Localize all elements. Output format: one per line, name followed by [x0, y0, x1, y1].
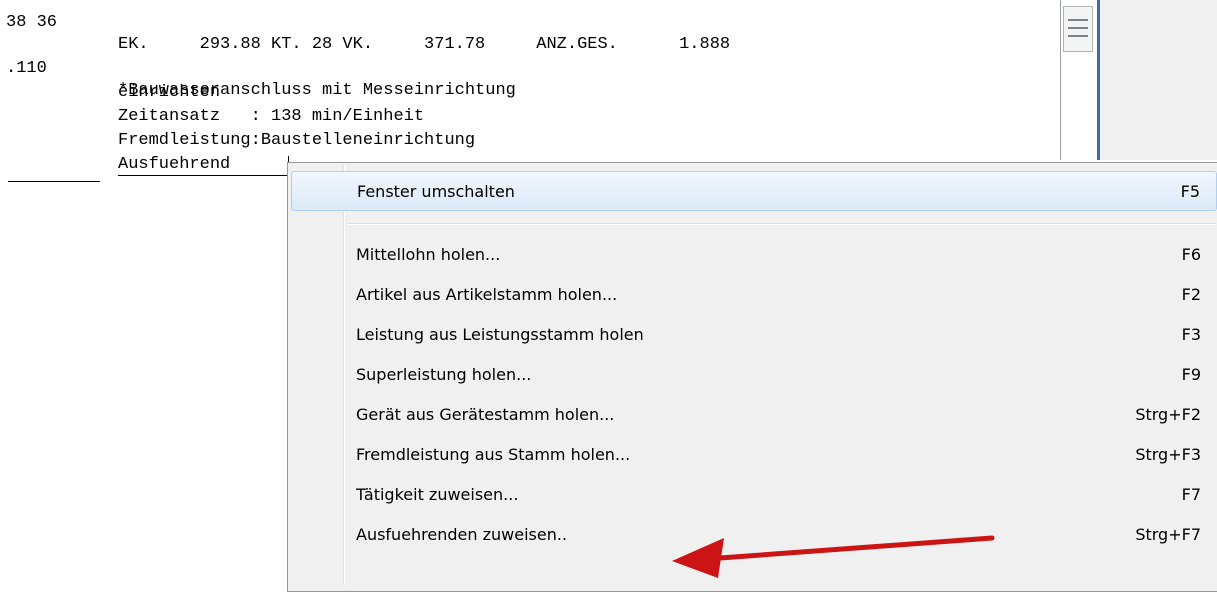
menu-item-shortcut: F6 — [1181, 245, 1201, 264]
menu-item-label: Ausfuehrenden zuweisen.. — [356, 525, 568, 544]
menu-item-ausfuehrenden-zuweisen[interactable]: Ausfuehrenden zuweisen.. Strg+F7 — [291, 515, 1217, 555]
menu-item-label: Artikel aus Artikelstamm holen... — [356, 285, 618, 304]
grip-line — [1068, 35, 1088, 37]
line-text: Zeitansatz : 138 min/Einheit — [118, 107, 425, 126]
line-text: EK. 293.88 KT. 28 VK. 371.78 ANZ.GES. 1.… — [118, 35, 731, 54]
menu-item-shortcut: Strg+F7 — [1135, 525, 1201, 544]
line-text: einrichten — [118, 83, 221, 102]
underline — [118, 175, 290, 176]
side-panel — [1100, 0, 1217, 160]
menu-item-artikel-holen[interactable]: Artikel aus Artikelstamm holen... F2 — [291, 275, 1217, 315]
menu-item-label: Fenster umschalten — [357, 182, 515, 201]
menu-item-shortcut: F7 — [1181, 485, 1201, 504]
menu-item-superleistung-holen[interactable]: Superleistung holen... F9 — [291, 355, 1217, 395]
menu-item-label: Leistung aus Leistungsstamm holen — [356, 325, 644, 344]
context-menu: Fenster umschalten F5 Mittellohn holen..… — [287, 162, 1217, 592]
menu-item-label: Fremdleistung aus Stamm holen... — [356, 445, 631, 464]
menu-item-shortcut: F3 — [1181, 325, 1201, 344]
code-line: Ausfuehrend — [0, 132, 230, 174]
grip-line — [1068, 19, 1088, 21]
menu-item-leistung-holen[interactable]: Leistung aus Leistungsstamm holen F3 — [291, 315, 1217, 355]
menu-item-shortcut: Strg+F2 — [1135, 405, 1201, 424]
menu-item-label: Tätigkeit zuweisen... — [356, 485, 519, 504]
line-number: 38 36 — [6, 13, 58, 32]
menu-item-shortcut: F9 — [1181, 365, 1201, 384]
grip-line — [1068, 27, 1088, 29]
menu-item-shortcut: F5 — [1180, 182, 1200, 201]
menu-item-fremdleistung-holen[interactable]: Fremdleistung aus Stamm holen... Strg+F3 — [291, 435, 1217, 475]
menu-item-geraet-holen[interactable]: Gerät aus Gerätestamm holen... Strg+F2 — [291, 395, 1217, 435]
code-line: 38 36 EK. 293.88 KT. 28 VK. 371.78 ANZ.G… — [0, 0, 730, 54]
scrollbar-thumb[interactable] — [1063, 6, 1093, 52]
code-line: .110 *Bauwasseranschluss mit Messeinrich… — [0, 36, 516, 100]
menu-item-label: Gerät aus Gerätestamm holen... — [356, 405, 615, 424]
menu-item-fenster-umschalten[interactable]: Fenster umschalten F5 — [291, 171, 1217, 211]
line-text: Fremdleistung:Baustelleneinrichtung — [118, 131, 476, 150]
menu-item-mittellohn-holen[interactable]: Mittellohn holen... F6 — [291, 235, 1217, 275]
code-line: Fremdleistung:Baustelleneinrichtung — [0, 108, 475, 150]
code-line: einrichten — [0, 60, 220, 102]
code-line: Zeitansatz : 138 min/Einheit — [0, 84, 424, 126]
line-text: Ausfuehrend — [118, 155, 231, 174]
vertical-scrollbar[interactable] — [1060, 0, 1100, 160]
menu-item-label: Mittellohn holen... — [356, 245, 501, 264]
menu-separator — [348, 223, 1216, 225]
separator-line — [8, 181, 100, 182]
menu-item-label: Superleistung holen... — [356, 365, 532, 384]
menu-item-taetigkeit-zuweisen[interactable]: Tätigkeit zuweisen... F7 — [291, 475, 1217, 515]
menu-item-shortcut: F2 — [1181, 285, 1201, 304]
menu-item-shortcut: Strg+F3 — [1135, 445, 1201, 464]
